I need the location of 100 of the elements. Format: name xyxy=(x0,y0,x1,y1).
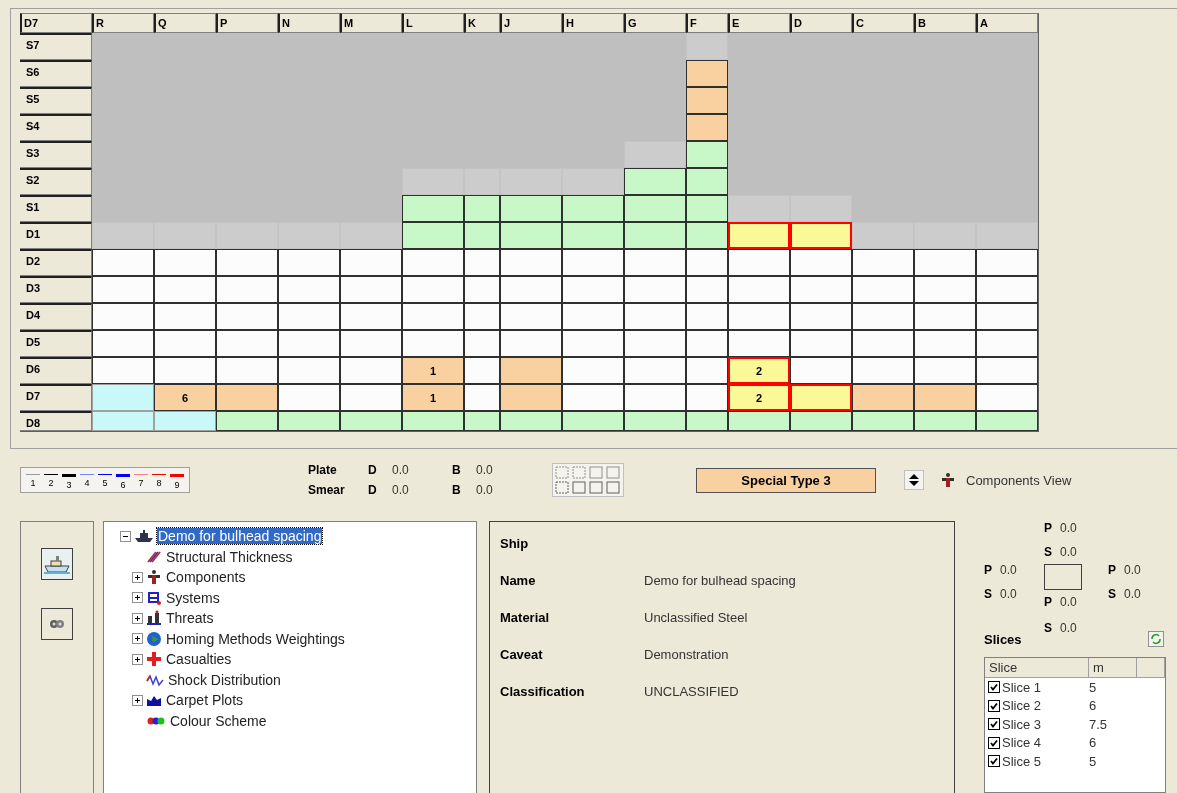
column-header[interactable]: J xyxy=(500,13,562,33)
side-label: P xyxy=(984,563,992,577)
tree-item[interactable]: Systems xyxy=(165,589,221,606)
legend-number: 9 xyxy=(174,480,180,491)
row-header[interactable]: S4 xyxy=(20,114,92,141)
column-header[interactable]: C xyxy=(852,13,914,33)
lines-icon xyxy=(146,549,162,564)
tree-item[interactable]: Colour Scheme xyxy=(169,712,268,729)
column-header[interactable]: H xyxy=(562,13,624,33)
legend-number: 8 xyxy=(156,478,162,489)
column-header[interactable]: A xyxy=(976,13,1038,33)
thickness-key: D xyxy=(368,483,392,498)
tree-item[interactable]: Structural Thickness xyxy=(165,548,294,565)
column-header[interactable]: m xyxy=(1089,658,1137,678)
side-label: S xyxy=(1108,587,1116,601)
row-header[interactable]: S2 xyxy=(20,168,92,195)
slices-title: Slices xyxy=(984,632,1022,647)
column-header[interactable]: G xyxy=(624,13,686,33)
expand-icon[interactable] xyxy=(132,653,143,665)
tree-item[interactable]: Carpet Plots xyxy=(165,692,245,709)
tree-item[interactable]: Demo for bulhead spacing xyxy=(157,528,323,545)
thickness-value: 0.0 xyxy=(392,483,410,498)
slice-value: 5 xyxy=(1089,679,1098,695)
blank-column-header xyxy=(1137,658,1165,678)
tree-item[interactable]: Components xyxy=(165,569,247,586)
column-header[interactable]: Slice xyxy=(985,658,1089,678)
section-outline xyxy=(1044,564,1082,590)
slice-name: Slice 4 xyxy=(1002,735,1042,751)
column-header[interactable]: K xyxy=(464,13,500,33)
globe-icon xyxy=(146,630,162,647)
thickness-key: D xyxy=(368,463,392,478)
column-header[interactable]: R xyxy=(92,13,154,33)
side-label: S xyxy=(984,587,992,601)
side-value: 0.0 xyxy=(1060,621,1077,635)
row-header[interactable]: S1 xyxy=(20,195,92,222)
expand-icon[interactable] xyxy=(132,571,143,583)
ship-view-button[interactable] xyxy=(41,548,73,580)
thickness-label: Plate xyxy=(308,463,338,478)
expand-icon[interactable] xyxy=(132,694,143,706)
column-header[interactable]: E xyxy=(728,13,790,33)
checkbox[interactable] xyxy=(988,699,1000,712)
column-header[interactable]: P xyxy=(216,13,278,33)
components-view-button[interactable]: Components View xyxy=(940,472,1072,489)
grid-cell: 2 xyxy=(728,357,790,384)
figure-icon xyxy=(940,472,956,489)
tree-item[interactable]: Homing Methods Weightings xyxy=(165,630,346,647)
row-header[interactable]: S5 xyxy=(20,87,92,114)
row-header[interactable]: D3 xyxy=(20,276,92,303)
expand-icon[interactable] xyxy=(132,612,143,624)
field-value: UNCLASSIFIED xyxy=(644,684,740,699)
column-header[interactable]: M xyxy=(340,13,402,33)
side-value: 0.0 xyxy=(1000,587,1017,601)
column-header[interactable]: D xyxy=(790,13,852,33)
tree-item[interactable]: Casualties xyxy=(165,651,233,668)
column-header[interactable]: B xyxy=(914,13,976,33)
checkbox[interactable] xyxy=(988,718,1000,731)
row-header[interactable]: S6 xyxy=(20,60,92,87)
row-header[interactable]: D1 xyxy=(20,222,92,249)
legend-number: 5 xyxy=(102,478,108,489)
column-header[interactable]: F xyxy=(686,13,728,33)
row-header[interactable]: S7 xyxy=(20,33,92,60)
expand-icon[interactable] xyxy=(132,592,143,604)
row-header[interactable]: D7 xyxy=(20,384,92,411)
row-header[interactable]: D8 xyxy=(20,411,92,431)
details-title: Ship xyxy=(500,536,530,551)
side-value: 0.0 xyxy=(1060,545,1077,559)
legend-number: 6 xyxy=(120,480,126,491)
tree-item[interactable]: Threats xyxy=(165,610,215,627)
gears-button[interactable] xyxy=(41,608,73,640)
wave-icon xyxy=(146,672,164,687)
row-header[interactable]: D2 xyxy=(20,249,92,276)
column-header[interactable]: L xyxy=(402,13,464,33)
side-label: S xyxy=(1044,621,1052,635)
row-header[interactable]: D4 xyxy=(20,303,92,330)
side-label: P xyxy=(1108,563,1116,577)
side-value: 0.0 xyxy=(1060,521,1077,535)
type-label: Special Type 3 xyxy=(696,467,876,493)
field-label: Classification xyxy=(500,684,586,699)
thickness-key: B xyxy=(452,483,476,498)
refresh-icon[interactable] xyxy=(1148,631,1164,647)
checkbox[interactable] xyxy=(988,755,1000,768)
slice-value: 7.5 xyxy=(1089,716,1109,732)
swap-button[interactable] xyxy=(904,470,924,491)
row-header[interactable]: D6 xyxy=(20,357,92,384)
legend-number: 1 xyxy=(30,478,36,489)
tree-item[interactable]: Shock Distribution xyxy=(167,671,282,688)
ship-icon xyxy=(134,529,154,544)
row-header[interactable]: D5 xyxy=(20,330,92,357)
column-header[interactable]: Q xyxy=(154,13,216,33)
row-header[interactable]: S3 xyxy=(20,141,92,168)
legend-number: 7 xyxy=(138,478,144,489)
collapse-icon[interactable] xyxy=(120,530,131,542)
thickness-value: 0.0 xyxy=(476,483,494,498)
expand-icon[interactable] xyxy=(132,633,143,645)
side-value: 0.0 xyxy=(1000,563,1017,577)
column-header[interactable]: N xyxy=(278,13,340,33)
checkbox[interactable] xyxy=(988,681,1000,694)
checkbox[interactable] xyxy=(988,736,1000,749)
slice-name: Slice 3 xyxy=(1002,716,1042,732)
up-down-icon xyxy=(908,473,920,488)
